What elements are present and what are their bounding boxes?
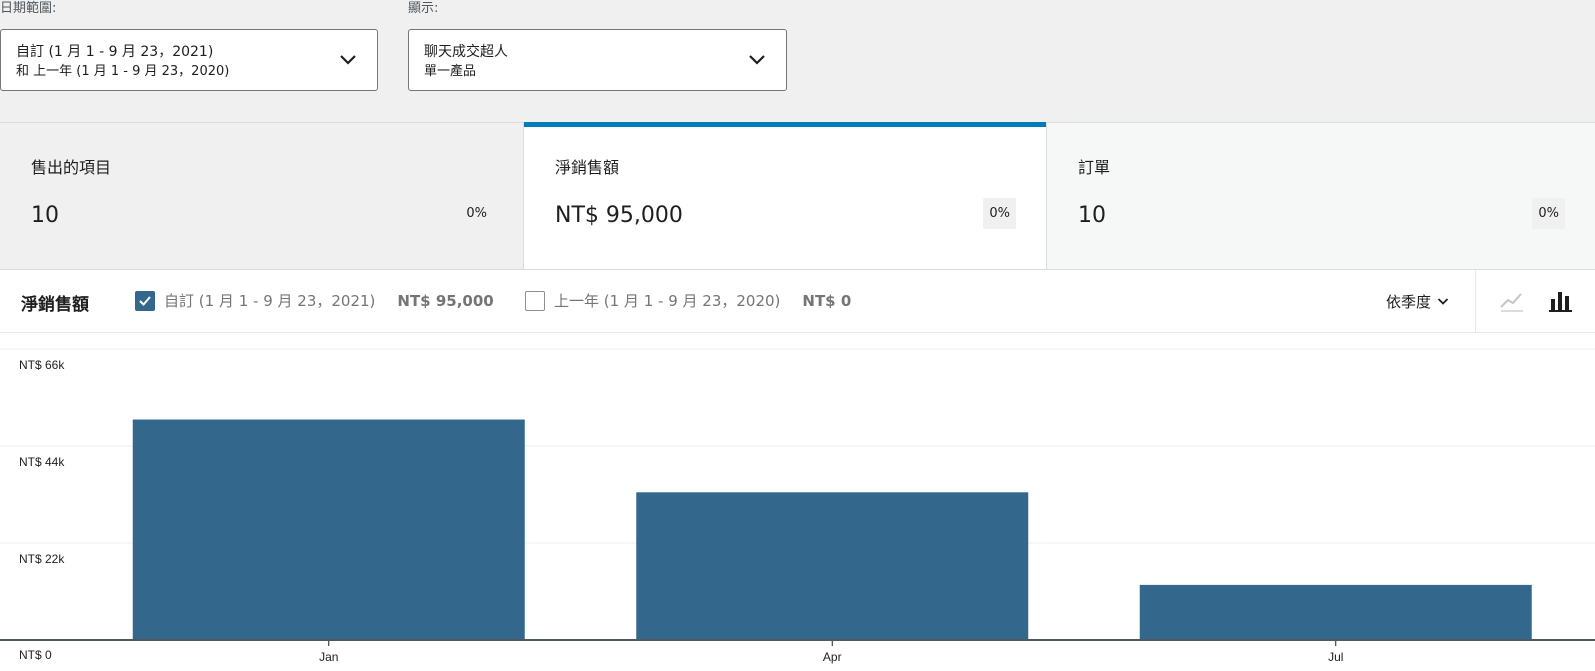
interval-label: 依季度 bbox=[1385, 293, 1431, 311]
date-range-select[interactable]: 自訂 (1 月 1 - 9 月 23，2021) 和 上一年 (1 月 1 - … bbox=[0, 29, 378, 91]
show-label: 顯示: bbox=[408, 1, 439, 16]
tile-delta: 0% bbox=[1532, 198, 1565, 229]
x-tick-label: Apr bbox=[823, 650, 842, 664]
interval-select[interactable]: 依季度 bbox=[1386, 291, 1449, 312]
show-secondary: 單一產品 bbox=[424, 64, 477, 79]
legend-previous-period[interactable]: 上一年 (1 月 1 - 9 月 23，2020) NT$ 0 bbox=[525, 290, 851, 311]
chart-type-switch bbox=[1475, 270, 1595, 333]
summary-tile-net-sales[interactable]: 淨銷售額 NT$ 95,000 0% bbox=[524, 122, 1047, 269]
chevron-down-icon bbox=[749, 55, 765, 65]
tile-delta: 0% bbox=[466, 206, 487, 221]
current-period-checkbox[interactable] bbox=[135, 290, 155, 311]
summary-tile-orders[interactable]: 訂單 10 0% bbox=[1047, 123, 1595, 269]
show-primary: 聊天成交超人 bbox=[424, 44, 508, 60]
y-tick-label: NT$ 44k bbox=[19, 455, 65, 469]
tile-value: NT$ 95,000 bbox=[555, 203, 683, 228]
date-range-secondary: 和 上一年 (1 月 1 - 9 月 23，2020) bbox=[16, 64, 230, 79]
previous-period-checkbox[interactable] bbox=[525, 290, 545, 311]
x-tick-label: Jul bbox=[1328, 650, 1343, 664]
legend-current-value: NT$ 95,000 bbox=[397, 291, 494, 310]
tile-label: 售出的項目 bbox=[31, 158, 112, 177]
tile-value: 10 bbox=[31, 203, 59, 228]
tile-label: 訂單 bbox=[1078, 158, 1111, 177]
chart-header: 淨銷售額 自訂 (1 月 1 - 9 月 23，2021) NT$ 95,000… bbox=[0, 270, 1595, 333]
date-range-filter: 日期範圍: 自訂 (1 月 1 - 9 月 23，2021) 和 上一年 (1 … bbox=[0, 0, 378, 91]
show-filter: 顯示: 聊天成交超人 單一產品 bbox=[408, 0, 787, 91]
date-range-primary: 自訂 (1 月 1 - 9 月 23，2021) bbox=[16, 44, 214, 60]
tile-value: 10 bbox=[1078, 203, 1106, 228]
bar[interactable] bbox=[636, 492, 1029, 640]
bar[interactable] bbox=[132, 419, 525, 640]
legend-current-period[interactable]: 自訂 (1 月 1 - 9 月 23，2021) NT$ 95,000 bbox=[135, 290, 494, 311]
y-tick-label: NT$ 66k bbox=[19, 358, 65, 372]
date-range-label: 日期範圍: bbox=[0, 1, 57, 16]
y-tick-label: NT$ 22k bbox=[19, 552, 65, 566]
summary-tiles: 售出的項目 10 0% 淨銷售額 NT$ 95,000 0% 訂單 10 0% bbox=[0, 122, 1595, 270]
y-tick-label: NT$ 0 bbox=[19, 648, 52, 662]
check-icon bbox=[139, 295, 151, 306]
tile-delta: 0% bbox=[983, 198, 1016, 229]
line-chart-icon[interactable] bbox=[1499, 289, 1525, 313]
net-sales-bar-chart: NT$ 0 NT$ 22k NT$ 44k NT$ 66k Jan Apr Jul bbox=[0, 348, 1595, 664]
chart-title: 淨銷售額 bbox=[21, 295, 89, 315]
bar[interactable] bbox=[1139, 584, 1532, 640]
chart-panel: 淨銷售額 自訂 (1 月 1 - 9 月 23，2021) NT$ 95,000… bbox=[0, 270, 1595, 671]
legend-previous-value: NT$ 0 bbox=[802, 291, 852, 310]
chevron-down-icon bbox=[340, 55, 356, 65]
legend-previous-label: 上一年 (1 月 1 - 9 月 23，2020) bbox=[554, 292, 781, 310]
x-tick-label: Jan bbox=[319, 650, 338, 664]
tile-label: 淨銷售額 bbox=[555, 158, 620, 177]
summary-tile-items-sold[interactable]: 售出的項目 10 0% bbox=[0, 123, 524, 269]
bar-chart-icon[interactable] bbox=[1548, 289, 1574, 313]
legend-current-label: 自訂 (1 月 1 - 9 月 23，2021) bbox=[164, 292, 376, 310]
show-select[interactable]: 聊天成交超人 單一產品 bbox=[408, 29, 787, 91]
chevron-down-icon bbox=[1437, 298, 1449, 305]
